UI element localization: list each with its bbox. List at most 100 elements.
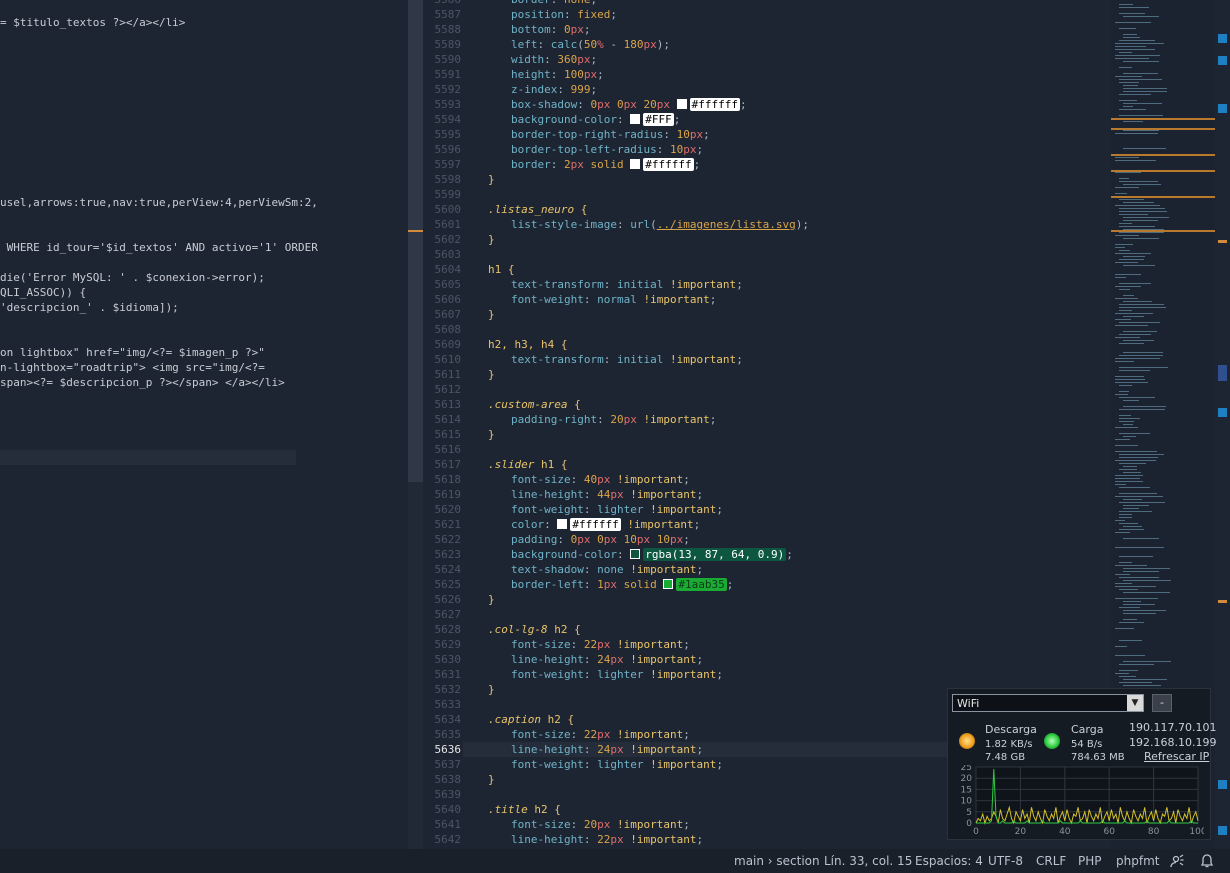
minimap-line bbox=[1119, 310, 1132, 311]
minimap-line bbox=[1115, 394, 1128, 395]
status-indentation[interactable]: Espacios: 4 bbox=[915, 849, 983, 873]
color-swatch bbox=[630, 549, 641, 559]
minimap-line bbox=[1123, 601, 1141, 602]
left-code-line: usel,arrows:true,nav:true,perView:4,perV… bbox=[0, 196, 318, 209]
minimap-line bbox=[1123, 538, 1159, 539]
code-token: 22 bbox=[583, 728, 598, 741]
vertical-scrollbar[interactable] bbox=[1215, 0, 1230, 849]
code-token: : bbox=[557, 83, 571, 96]
minimap-line bbox=[1119, 622, 1144, 623]
minimap-line bbox=[1115, 58, 1149, 59]
chart-x-tick-label: 100 bbox=[1189, 827, 1204, 837]
code-token: padding-right bbox=[511, 413, 598, 426]
color-value: #ffffff bbox=[570, 518, 621, 531]
code-line: font-weight: lighter !important; bbox=[511, 667, 723, 682]
bell-icon[interactable] bbox=[1200, 854, 1214, 868]
upload-total: 784.63 MB bbox=[1071, 752, 1125, 763]
code-line: border-left: 1px solid #1aab35; bbox=[511, 577, 733, 592]
code-token: calc bbox=[550, 38, 578, 51]
code-token: px bbox=[603, 578, 617, 591]
minimap-line bbox=[1123, 34, 1137, 35]
minimap-line bbox=[1119, 514, 1132, 515]
code-line: font-size: 22px !important; bbox=[511, 637, 690, 652]
scroll-marker bbox=[1218, 104, 1227, 113]
chart-x-tick-label: 60 bbox=[1103, 827, 1115, 837]
minimap-line bbox=[1123, 526, 1142, 527]
code-token: height bbox=[511, 68, 551, 81]
status-formatter[interactable]: phpfmt bbox=[1116, 849, 1159, 873]
minimap-line bbox=[1115, 628, 1134, 629]
code-token: h2 bbox=[540, 713, 561, 726]
code-token: !important bbox=[650, 503, 717, 516]
code-line: padding: 0px 0px 10px 10px; bbox=[511, 532, 690, 547]
status-cursor-position[interactable]: Lín. 33, col. 15 bbox=[824, 849, 912, 873]
code-token: !important bbox=[627, 518, 694, 531]
left-editor-pane[interactable]: = $titulo_textos ?></a></li> usel,arrows:… bbox=[0, 0, 408, 849]
code-token: ; bbox=[683, 533, 690, 546]
status-breadcrumb[interactable]: main › section bbox=[734, 849, 820, 873]
minimap-line bbox=[1119, 517, 1132, 518]
public-ip: 190.117.70.101 bbox=[1129, 721, 1217, 734]
code-line: font-size: 20px !important; bbox=[511, 817, 690, 832]
line-number: 5606 bbox=[434, 293, 462, 306]
code-token: 0 bbox=[616, 98, 624, 111]
left-current-line-highlight bbox=[0, 450, 296, 465]
color-swatch bbox=[630, 114, 641, 124]
code-token: text-transform bbox=[511, 278, 604, 291]
code-line: h2, h3, h4 { bbox=[488, 337, 567, 352]
minimap-line bbox=[1119, 181, 1158, 182]
minimap-line bbox=[1119, 82, 1139, 83]
minimap-line bbox=[1119, 100, 1137, 101]
code-token: 10 bbox=[669, 143, 684, 156]
code-token: } bbox=[488, 593, 495, 606]
minimap-line bbox=[1119, 334, 1151, 335]
code-token: !important bbox=[630, 563, 697, 576]
left-pane-scrollbar[interactable] bbox=[408, 0, 423, 849]
minimap-highlight bbox=[1111, 170, 1215, 172]
status-language[interactable]: PHP bbox=[1078, 849, 1102, 873]
code-line: text-transform: initial !important; bbox=[511, 352, 743, 367]
minimap-line bbox=[1119, 367, 1168, 368]
code-token: { bbox=[507, 263, 515, 276]
code-token: font-size bbox=[511, 818, 571, 831]
code-token: : bbox=[577, 98, 591, 111]
line-number: 5624 bbox=[434, 563, 462, 576]
left-scroll-thumb[interactable] bbox=[408, 0, 423, 482]
code-token: : bbox=[550, 23, 564, 36]
minimap-line bbox=[1123, 424, 1133, 425]
chevron-down-icon[interactable]: ▼ bbox=[1127, 695, 1143, 711]
code-token: : bbox=[537, 38, 551, 51]
minimap-line bbox=[1119, 355, 1163, 356]
minimap-line bbox=[1123, 685, 1161, 686]
minimap-line bbox=[1119, 289, 1130, 290]
code-token: px bbox=[683, 143, 697, 156]
download-total: 7.48 GB bbox=[985, 752, 1026, 763]
code-token: : bbox=[603, 278, 617, 291]
status-encoding[interactable]: UTF-8 bbox=[988, 849, 1023, 873]
status-eol[interactable]: CRLF bbox=[1036, 849, 1066, 873]
minimap-line bbox=[1123, 184, 1161, 185]
minimap-line bbox=[1115, 319, 1131, 320]
minimize-button[interactable]: - bbox=[1152, 694, 1172, 712]
minimap-line bbox=[1119, 415, 1131, 416]
minimap-line bbox=[1123, 265, 1155, 266]
line-number: 5595 bbox=[434, 128, 462, 141]
minimap-line bbox=[1119, 682, 1152, 683]
minimap-line bbox=[1119, 28, 1136, 29]
refresh-ip-link[interactable]: Refrescar IP bbox=[1144, 750, 1209, 763]
minimap-line bbox=[1115, 298, 1138, 299]
code-token: initial bbox=[616, 353, 664, 366]
status-bar: main › section Lín. 33, col. 15 Espacios… bbox=[0, 849, 1230, 873]
minimap-line bbox=[1119, 676, 1136, 677]
code-token: ; bbox=[736, 278, 743, 291]
code-token: width bbox=[511, 53, 545, 66]
code-line: background-color: #FFF; bbox=[511, 112, 680, 127]
interface-select[interactable]: WiFi ▼ bbox=[952, 694, 1144, 712]
code-token: ; bbox=[590, 53, 598, 66]
download-label: Descarga bbox=[985, 723, 1037, 736]
code-token: font-size bbox=[511, 728, 571, 741]
minimap-line bbox=[1123, 604, 1155, 605]
person-broadcast-icon[interactable] bbox=[1170, 854, 1184, 868]
